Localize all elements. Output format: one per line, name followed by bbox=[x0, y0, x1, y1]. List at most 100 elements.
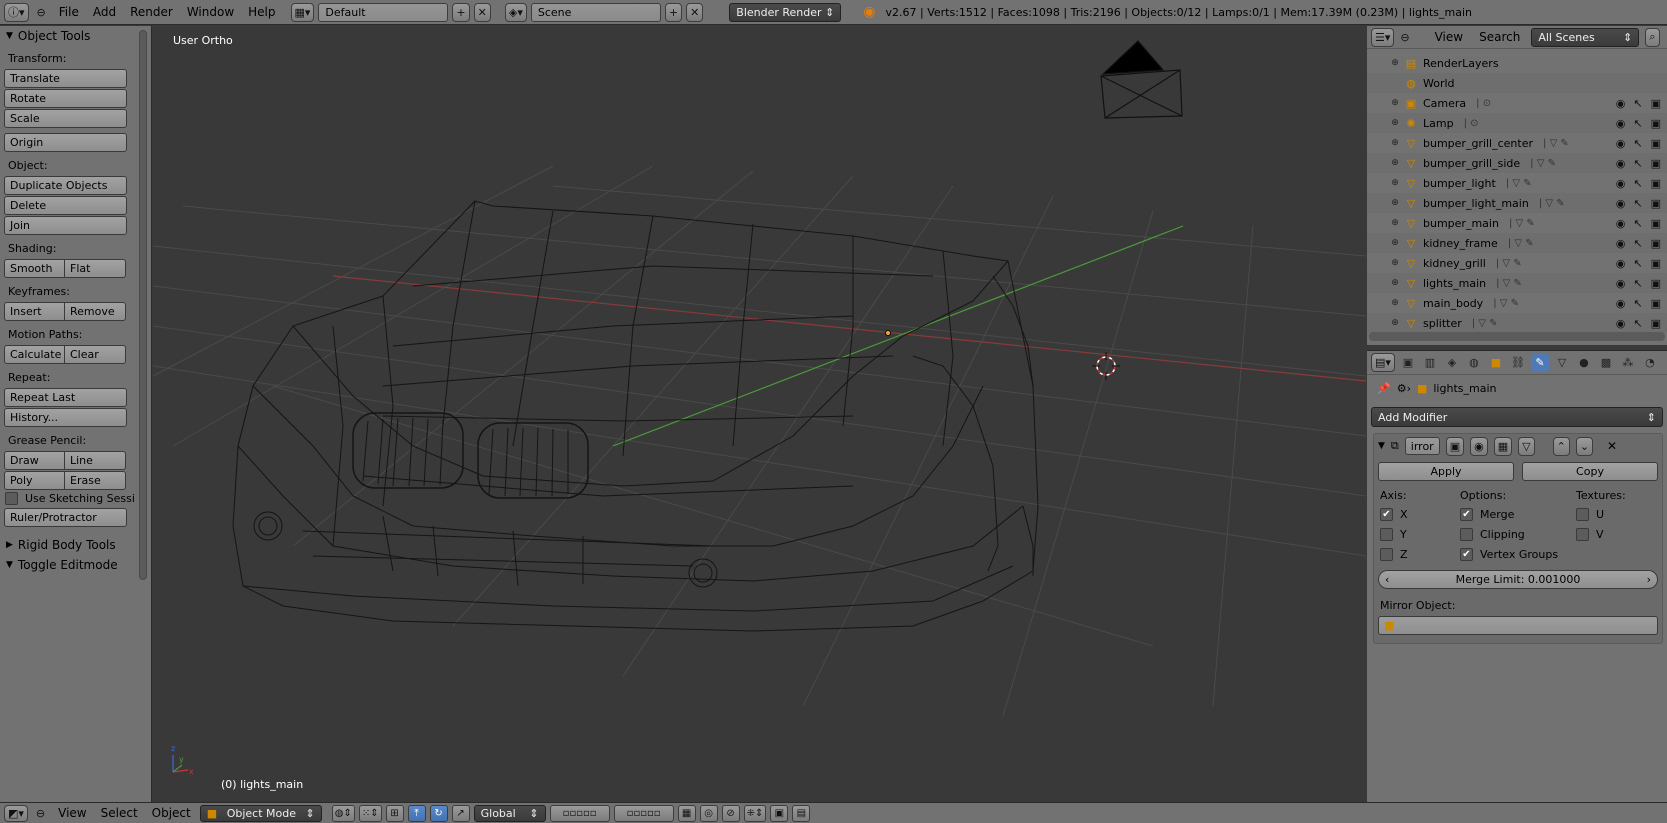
axis-y-checkbox[interactable]: Y bbox=[1380, 528, 1460, 541]
merge-limit-slider[interactable]: ‹ Merge Limit: 0.001000 › bbox=[1378, 570, 1658, 589]
cursor-restrict-icon[interactable]: ↖ bbox=[1633, 157, 1642, 170]
expand-icon[interactable]: ⊕ bbox=[1389, 98, 1401, 108]
mode-dropdown[interactable]: ■ Object Mode ⇕ bbox=[199, 804, 322, 822]
origin-button[interactable]: Origin bbox=[4, 133, 127, 152]
show-editmode-toggle[interactable]: ▦ bbox=[1493, 436, 1513, 456]
pivot-point-button[interactable]: ⁙⇕ bbox=[358, 804, 382, 822]
material-tab-icon[interactable]: ● bbox=[1575, 354, 1593, 372]
scene-tab-icon[interactable]: ◈ bbox=[1443, 354, 1461, 372]
menu-file[interactable]: File bbox=[54, 5, 84, 19]
editor-type-button[interactable]: ⓘ▾ bbox=[4, 2, 29, 22]
eye-icon[interactable]: ◉ bbox=[1616, 177, 1626, 190]
outliner-item[interactable]: ⊕ ▽ bumper_light | ▽ ✎ ◉ ↖ ▣ bbox=[1367, 173, 1667, 193]
renderlayers-tab-icon[interactable]: ▥ bbox=[1421, 354, 1439, 372]
cursor-restrict-icon[interactable]: ↖ bbox=[1633, 177, 1642, 190]
viewport-editor-type-button[interactable]: ◩▾ bbox=[4, 804, 28, 822]
rotate-button[interactable]: Rotate bbox=[4, 89, 127, 108]
outliner-item[interactable]: ⊕ ▤ RenderLayers bbox=[1367, 53, 1667, 73]
screen-layout-field[interactable]: Default bbox=[318, 2, 449, 22]
remove-scene-button[interactable]: ✕ bbox=[686, 2, 704, 22]
menu-window[interactable]: Window bbox=[182, 5, 239, 19]
remove-layout-button[interactable]: ✕ bbox=[473, 2, 491, 22]
constraints-tab-icon[interactable]: ⛓ bbox=[1509, 354, 1527, 372]
outliner-search-button[interactable]: ⌕ bbox=[1645, 27, 1660, 47]
sketching-session-checkbox[interactable]: Use Sketching Sessi bbox=[5, 492, 151, 505]
draw-button[interactable]: Draw bbox=[4, 451, 65, 470]
calculate-button[interactable]: Calculate bbox=[4, 345, 65, 364]
layers-grid-1[interactable]: ▫▫▫▫▫ bbox=[549, 804, 610, 822]
scene-button[interactable]: ◈▾ bbox=[504, 2, 527, 22]
toggle-editmode-header[interactable]: ▼ Toggle Editmode bbox=[0, 555, 151, 575]
outliner-display-mode-dropdown[interactable]: All Scenes ⇕ bbox=[1531, 27, 1640, 47]
translate-manipulator-icon[interactable]: ⤒ bbox=[407, 804, 426, 822]
expand-icon[interactable]: ⊕ bbox=[1389, 258, 1401, 268]
arrow-right-icon[interactable]: › bbox=[1647, 573, 1651, 586]
insert-keyframe-button[interactable]: Insert bbox=[4, 302, 65, 321]
eye-icon[interactable]: ◉ bbox=[1616, 157, 1626, 170]
apply-button[interactable]: Apply bbox=[1378, 462, 1514, 481]
pin-icon[interactable]: 📌 bbox=[1377, 382, 1391, 395]
cursor-restrict-icon[interactable]: ↖ bbox=[1633, 217, 1642, 230]
duplicate-objects-button[interactable]: Duplicate Objects bbox=[4, 176, 127, 195]
render-restrict-icon[interactable]: ▣ bbox=[1651, 277, 1661, 290]
menu-render[interactable]: Render bbox=[125, 5, 178, 19]
eye-icon[interactable]: ◉ bbox=[1616, 237, 1626, 250]
join-button[interactable]: Join bbox=[4, 216, 127, 235]
outliner-item-name[interactable]: World bbox=[1423, 77, 1455, 90]
snap-element-icon[interactable]: ⁜⇕ bbox=[743, 804, 767, 822]
world-tab-icon[interactable]: ◍ bbox=[1465, 354, 1483, 372]
render-restrict-icon[interactable]: ▣ bbox=[1651, 217, 1661, 230]
outliner-editor-type-button[interactable]: ☰▾ bbox=[1371, 27, 1395, 47]
expand-icon[interactable]: ⊕ bbox=[1389, 138, 1401, 148]
collapse-menu-icon[interactable]: ⊖ bbox=[36, 807, 45, 820]
eye-icon[interactable]: ◉ bbox=[1616, 117, 1626, 130]
cursor-restrict-icon[interactable]: ↖ bbox=[1633, 297, 1642, 310]
cursor-restrict-icon[interactable]: ↖ bbox=[1633, 237, 1642, 250]
rotate-manipulator-icon[interactable]: ↻ bbox=[429, 804, 448, 822]
delete-button[interactable]: Delete bbox=[4, 196, 127, 215]
manipulator-toggle[interactable]: ⊞ bbox=[385, 804, 404, 822]
tool-shelf-scrollbar[interactable] bbox=[139, 30, 147, 580]
cursor-restrict-icon[interactable]: ↖ bbox=[1633, 197, 1642, 210]
screen-layout-button[interactable]: ▦▾ bbox=[290, 2, 315, 22]
outliner-item-name[interactable]: bumper_light bbox=[1423, 177, 1496, 190]
eye-icon[interactable]: ◉ bbox=[1616, 277, 1626, 290]
outliner-scrollbar[interactable] bbox=[1369, 332, 1665, 341]
data-tab-icon[interactable]: ▽ bbox=[1553, 354, 1571, 372]
show-viewport-toggle[interactable]: ◉ bbox=[1470, 436, 1488, 456]
show-cage-toggle[interactable]: ▽ bbox=[1518, 436, 1535, 456]
expand-icon[interactable]: ⊕ bbox=[1389, 318, 1401, 328]
menu-help[interactable]: Help bbox=[243, 5, 280, 19]
collapse-triangle-icon[interactable]: ▼ bbox=[1378, 441, 1385, 451]
outliner-item-name[interactable]: bumper_grill_side bbox=[1423, 157, 1520, 170]
expand-icon[interactable]: ⊕ bbox=[1389, 298, 1401, 308]
line-button[interactable]: Line bbox=[65, 451, 126, 470]
select-menu[interactable]: Select bbox=[96, 806, 143, 820]
cursor-restrict-icon[interactable]: ↖ bbox=[1633, 137, 1642, 150]
translate-button[interactable]: Translate bbox=[4, 69, 127, 88]
remove-keyframe-button[interactable]: Remove bbox=[65, 302, 126, 321]
outliner-item[interactable]: ⊕ ▽ lights_main | ▽ ✎ ◉ ↖ ▣ bbox=[1367, 273, 1667, 293]
render-restrict-icon[interactable]: ▣ bbox=[1651, 317, 1661, 330]
expand-icon[interactable]: ⊕ bbox=[1389, 58, 1401, 68]
copy-button[interactable]: Copy bbox=[1522, 462, 1658, 481]
tex-v-checkbox[interactable]: V bbox=[1576, 528, 1656, 541]
cursor-restrict-icon[interactable]: ↖ bbox=[1633, 277, 1642, 290]
outliner-item-name[interactable]: main_body bbox=[1423, 297, 1483, 310]
render-restrict-icon[interactable]: ▣ bbox=[1651, 297, 1661, 310]
render-animation-icon[interactable]: ▤ bbox=[792, 804, 811, 822]
viewport-shading-button[interactable]: ◍⇕ bbox=[331, 804, 355, 822]
outliner-item[interactable]: ⊕ ▽ bumper_grill_center | ▽ ✎ ◉ ↖ ▣ bbox=[1367, 133, 1667, 153]
cursor-restrict-icon[interactable]: ↖ bbox=[1633, 257, 1642, 270]
expand-icon[interactable]: ⊕ bbox=[1389, 238, 1401, 248]
add-modifier-dropdown[interactable]: Add Modifier ⇕ bbox=[1371, 407, 1663, 427]
physics-tab-icon[interactable]: ◔ bbox=[1641, 354, 1659, 372]
expand-icon[interactable]: ⊕ bbox=[1389, 278, 1401, 288]
repeat-last-button[interactable]: Repeat Last bbox=[4, 388, 127, 407]
vertex-groups-checkbox[interactable]: ✔ Vertex Groups bbox=[1460, 548, 1576, 561]
object-menu[interactable]: Object bbox=[147, 806, 196, 820]
render-restrict-icon[interactable]: ▣ bbox=[1651, 97, 1661, 110]
eye-icon[interactable]: ◉ bbox=[1616, 297, 1626, 310]
outliner-view-menu[interactable]: View bbox=[1430, 30, 1468, 44]
tex-u-checkbox[interactable]: U bbox=[1576, 508, 1656, 521]
